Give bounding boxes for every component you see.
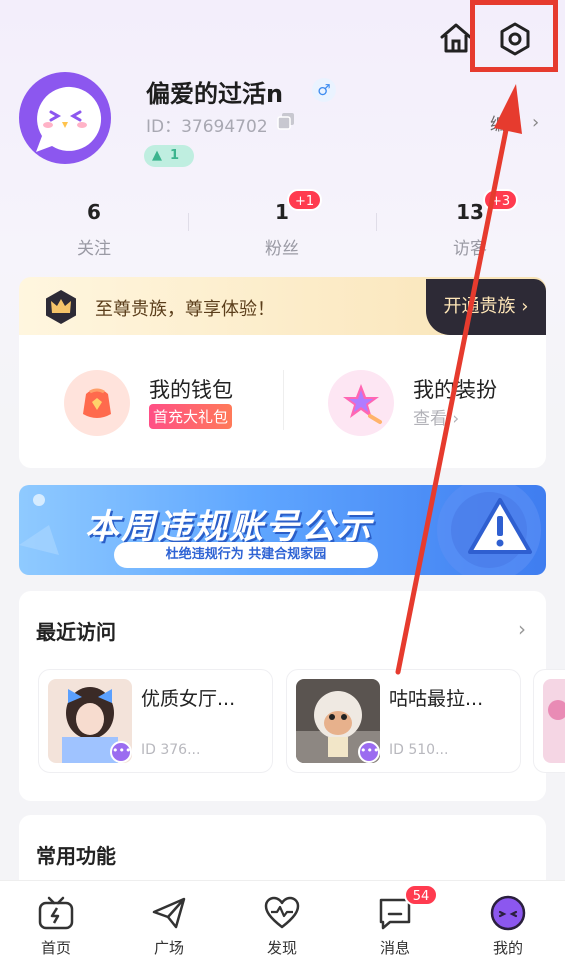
user-id: ID：37694702: [146, 117, 268, 137]
dressup-title[interactable]: 我的装扮: [413, 374, 497, 404]
stat-divider: [376, 213, 377, 231]
recent-visits-title: 最近访问: [36, 620, 116, 644]
stat-value: 1: [275, 200, 289, 224]
nav-home[interactable]: 首页: [16, 895, 96, 958]
recent-room-card-partial[interactable]: [533, 669, 565, 773]
visitors-new-badge: +3: [483, 189, 519, 211]
nav-label: 我的: [492, 939, 523, 957]
wallet-title[interactable]: 我的钱包: [149, 374, 233, 404]
live-status-icon: •••: [358, 741, 380, 763]
recent-room-card[interactable]: ••• 优质女厅... ID 376...: [38, 669, 273, 773]
tv-icon: [38, 896, 74, 930]
stat-fans[interactable]: 1 粉丝: [212, 200, 352, 259]
nav-square[interactable]: 广场: [129, 895, 209, 958]
stat-label: 粉丝: [265, 239, 299, 259]
banner-title: 本周违规账号公示: [85, 507, 373, 547]
nav-discover[interactable]: 发现: [242, 895, 322, 958]
avatar[interactable]: [18, 72, 112, 166]
common-functions-title: 常用功能: [36, 844, 116, 868]
room-id: ID 376...: [141, 742, 201, 758]
me-avatar-icon: [490, 895, 526, 931]
stat-visitors[interactable]: 13 访客: [400, 200, 540, 259]
nav-label: 消息: [379, 939, 410, 957]
copy-icon[interactable]: [277, 112, 295, 130]
level-value: 1: [170, 148, 180, 163]
stat-value: 13: [456, 200, 484, 224]
message-count-badge: 54: [404, 884, 438, 906]
recent-room-card[interactable]: ••• 咕咕最拉... ID 510...: [286, 669, 521, 773]
heart-pulse-icon: [264, 896, 300, 929]
first-charge-tag: 首充大礼包: [149, 404, 233, 429]
room-name: 咕咕最拉...: [389, 688, 484, 710]
nav-label: 首页: [40, 939, 71, 957]
nav-label: 发现: [266, 939, 297, 957]
room-thumbnail: [543, 679, 565, 763]
stat-divider: [188, 213, 189, 231]
level-triangle-icon: ▲: [152, 148, 162, 163]
home-icon[interactable]: [438, 20, 474, 56]
vip-promo-text: 至尊贵族，尊享体验！: [95, 299, 275, 320]
stat-following[interactable]: 6 关注: [24, 200, 164, 259]
fans-new-badge: +1: [287, 189, 323, 211]
chevron-right-icon[interactable]: ›: [532, 112, 539, 133]
crown-icon: [46, 290, 76, 324]
nav-me[interactable]: 我的: [468, 895, 548, 958]
dressup-icon[interactable]: [328, 370, 394, 436]
live-status-icon: •••: [110, 741, 132, 763]
card-divider: [283, 370, 284, 430]
room-name: 优质女厅...: [141, 688, 236, 710]
stat-label: 访客: [453, 239, 487, 259]
dressup-view-link[interactable]: 查看 ›: [413, 404, 459, 429]
room-id: ID 510...: [389, 742, 449, 758]
settings-highlight-box: [470, 0, 558, 72]
stat-value: 6: [87, 200, 101, 224]
chevron-right-icon[interactable]: ›: [518, 617, 526, 641]
username: 偏爱的过活n: [146, 80, 284, 108]
level-badge: ▲ 1: [144, 145, 194, 167]
wallet-icon[interactable]: [64, 370, 130, 436]
paper-plane-icon: [152, 897, 186, 929]
edit-profile-link[interactable]: 编: [490, 110, 507, 135]
nav-label: 广场: [153, 939, 184, 957]
male-gender-icon: ♂: [312, 78, 336, 102]
warning-icon: [468, 498, 532, 554]
banner-subtitle: 杜绝违规行为 共建合规家园: [114, 542, 378, 568]
open-vip-button[interactable]: 开通贵族 ›: [426, 279, 546, 335]
stat-label: 关注: [77, 239, 111, 259]
